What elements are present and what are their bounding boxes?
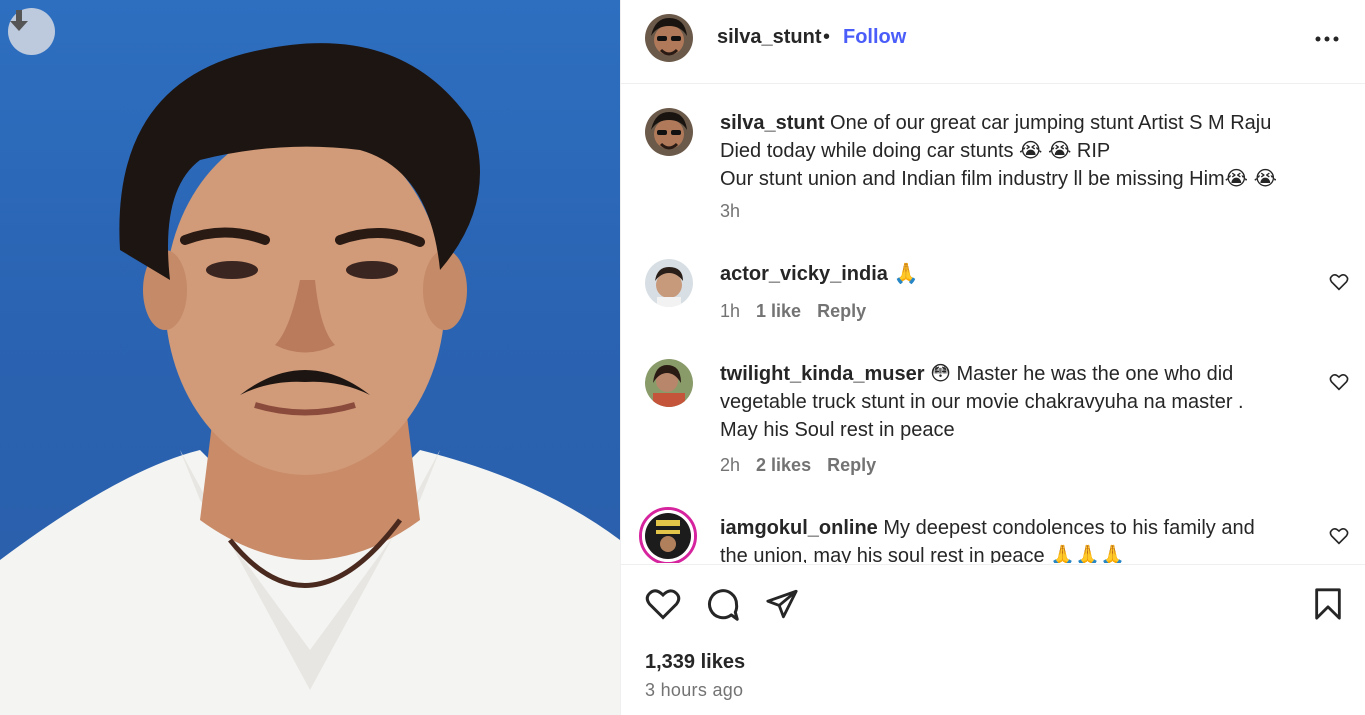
post-caption: silva_stunt One of our great car jumping… — [720, 109, 1310, 193]
comment-text: 🙏 — [893, 263, 919, 285]
heart-icon — [1329, 274, 1349, 291]
reply-button[interactable]: Reply — [827, 455, 876, 475]
author-avatar[interactable] — [645, 14, 693, 62]
caption-time[interactable]: 3h — [720, 201, 740, 221]
comment-text-line1: My deepest condolences to his family and — [883, 517, 1255, 539]
caption-text-line3: Our stunt union and Indian film industry… — [720, 168, 1277, 190]
heart-icon — [1329, 528, 1349, 545]
share-button[interactable] — [765, 587, 799, 626]
more-options-button[interactable] — [1314, 27, 1340, 56]
comment-item: twilight_kinda_muser 😳 Master he was the… — [720, 360, 1310, 444]
caption-text-line1: One of our great car jumping stunt Artis… — [830, 112, 1272, 134]
more-options-icon — [1315, 36, 1339, 42]
bookmark-icon — [1315, 588, 1341, 620]
comment-icon — [708, 589, 739, 621]
heart-icon — [645, 589, 681, 620]
save-button[interactable] — [1313, 587, 1343, 626]
story-ring-avatar[interactable] — [639, 507, 697, 563]
separator-dot: • — [823, 26, 831, 48]
comment-avatar[interactable] — [645, 259, 693, 307]
like-button[interactable] — [645, 587, 681, 626]
comment-like-button[interactable] — [1329, 373, 1349, 396]
comments-list[interactable]: silva_stunt One of our great car jumping… — [621, 85, 1365, 563]
comment-time[interactable]: 2h — [720, 455, 740, 475]
comment-meta: 1h 1 like Reply — [720, 301, 882, 322]
comment-username[interactable]: actor_vicky_india — [720, 263, 888, 285]
comment-username[interactable]: twilight_kinda_muser — [720, 363, 925, 385]
caption-username[interactable]: silva_stunt — [720, 112, 824, 134]
comment-meta: 2h 2 likes Reply — [720, 455, 892, 476]
caption-meta: 3h — [720, 201, 756, 222]
comment-text-line2: the union, may his soul rest in peace 🙏🙏… — [720, 545, 1125, 563]
comment-avatar[interactable] — [645, 359, 693, 407]
author-username[interactable]: silva_stunt — [717, 26, 821, 49]
post-timestamp[interactable]: 3 hours ago — [645, 680, 743, 701]
heart-icon — [1329, 374, 1349, 391]
post-header: silva_stunt • Follow — [621, 0, 1365, 84]
comment-likes[interactable]: 2 likes — [756, 455, 811, 475]
portrait-illustration — [0, 43, 620, 715]
comment-likes[interactable]: 1 like — [756, 301, 801, 321]
comment-item: iamgokul_online My deepest condolences t… — [720, 514, 1310, 563]
reply-button[interactable]: Reply — [817, 301, 866, 321]
comment-button[interactable] — [705, 587, 741, 628]
share-icon — [766, 589, 798, 619]
follow-button[interactable]: Follow — [843, 26, 906, 49]
comment-text-line1: 😳 Master he was the one who did — [930, 363, 1234, 385]
download-icon — [10, 10, 28, 31]
comment-text-line3: May his Soul rest in peace — [720, 419, 955, 441]
likes-count[interactable]: 1,339 likes — [645, 651, 745, 674]
post-actions: 1,339 likes 3 hours ago — [621, 564, 1365, 715]
comment-username[interactable]: iamgokul_online — [720, 517, 878, 539]
post-photo — [0, 0, 620, 715]
caption-author-avatar[interactable] — [645, 108, 693, 156]
post-side-panel: silva_stunt • Follow silva_stunt One of — [620, 0, 1365, 715]
comment-text-line2: vegetable truck stunt in our movie chakr… — [720, 391, 1244, 413]
comment-time[interactable]: 1h — [720, 301, 740, 321]
caption-text-line2: Died today while doing car stunts 😭 😭 RI… — [720, 140, 1111, 162]
download-button[interactable] — [8, 8, 55, 55]
comment-item: actor_vicky_india 🙏 — [720, 260, 1310, 288]
comment-like-button[interactable] — [1329, 527, 1349, 550]
comment-like-button[interactable] — [1329, 273, 1349, 296]
